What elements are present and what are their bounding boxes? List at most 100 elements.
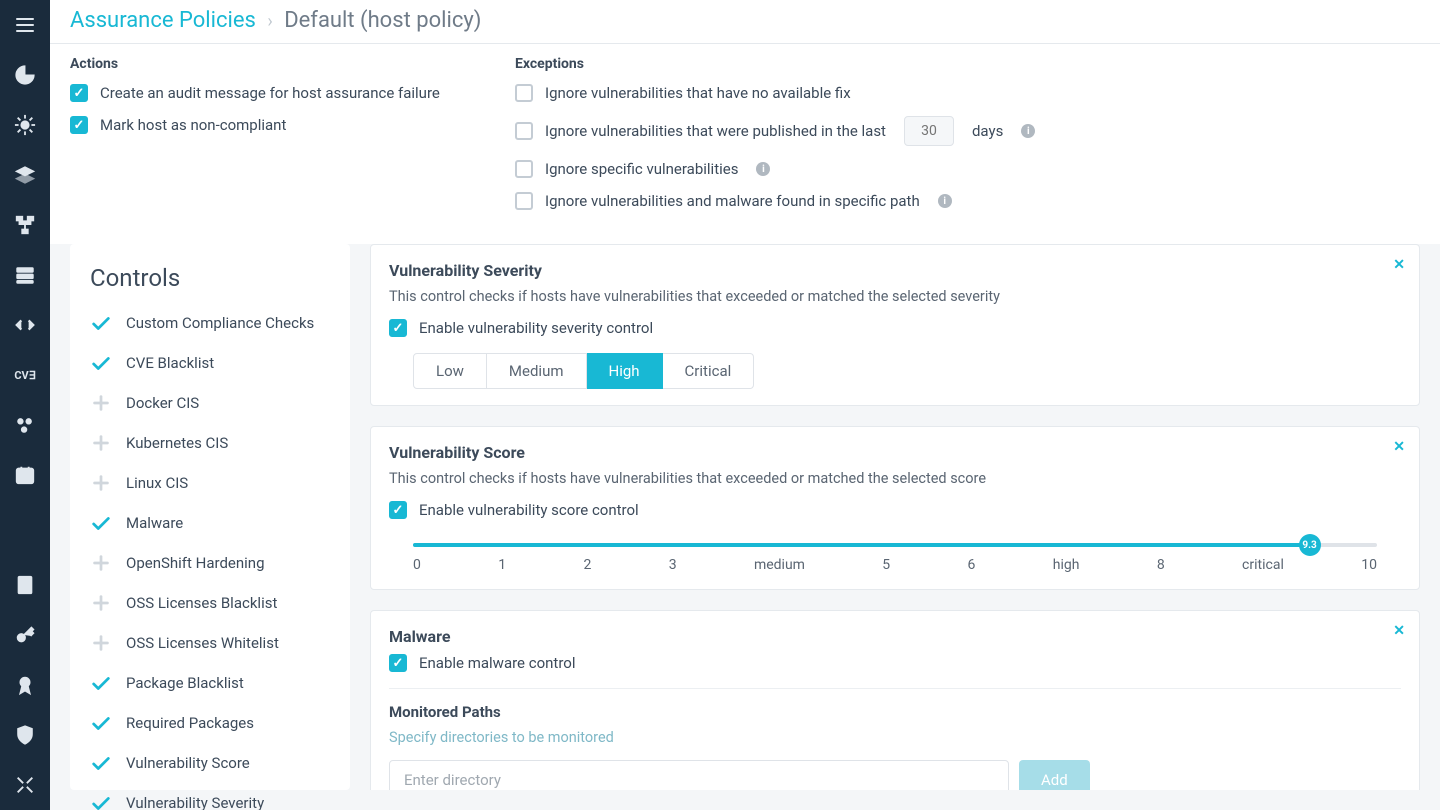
control-item-label: CVE Blacklist [126, 354, 214, 372]
control-item-label: Docker CIS [126, 394, 199, 412]
severity-enable-label: Enable vulnerability severity control [419, 319, 653, 337]
severity-level-high[interactable]: High [587, 353, 663, 389]
molecule-icon[interactable] [14, 414, 36, 436]
exception-specific-checkbox[interactable] [515, 160, 533, 178]
score-tick: medium [754, 557, 805, 573]
exception-published-label-post: days [972, 122, 1003, 140]
divider [389, 688, 1401, 689]
info-icon[interactable]: i [1021, 124, 1035, 138]
check-icon [90, 312, 112, 334]
dashboard-icon[interactable] [14, 64, 36, 86]
layers-icon[interactable] [14, 164, 36, 186]
policy-top-settings: Actions Create an audit message for host… [50, 44, 1440, 244]
control-item[interactable]: Docker CIS [90, 392, 330, 414]
exception-specific-row: Ignore specific vulnerabilities i [515, 160, 1035, 178]
control-item[interactable]: OSS Licenses Whitelist [90, 632, 330, 654]
nav-sidebar: CV∃ [0, 0, 50, 810]
malware-enable-checkbox[interactable] [389, 654, 407, 672]
severity-level-critical[interactable]: Critical [663, 353, 755, 389]
add-button[interactable]: Add [1019, 760, 1090, 790]
helm-icon[interactable] [14, 114, 36, 136]
server-icon[interactable] [14, 264, 36, 286]
severity-enable-checkbox[interactable] [389, 319, 407, 337]
body-area: Controls Custom Compliance Checks CVE Bla… [50, 244, 1440, 810]
malware-title: Malware [389, 627, 1401, 646]
cve-icon[interactable]: CV∃ [14, 364, 36, 386]
score-tick: 8 [1157, 557, 1165, 573]
tools-icon[interactable] [14, 774, 36, 796]
shield-icon[interactable] [14, 724, 36, 746]
control-item[interactable]: Kubernetes CIS [90, 432, 330, 454]
plus-icon [90, 552, 112, 574]
directory-input[interactable] [389, 760, 1009, 790]
cards-column: ✕ Vulnerability Severity This control ch… [370, 244, 1420, 790]
code-icon[interactable] [14, 314, 36, 336]
info-icon[interactable]: i [938, 194, 952, 208]
severity-level-low[interactable]: Low [413, 353, 487, 389]
score-enable-checkbox[interactable] [389, 501, 407, 519]
vulnerability-severity-card: ✕ Vulnerability Severity This control ch… [370, 244, 1420, 406]
calendar-icon[interactable] [14, 464, 36, 486]
flow-icon[interactable] [14, 214, 36, 236]
control-item[interactable]: Linux CIS [90, 472, 330, 494]
score-tick: critical [1242, 557, 1284, 573]
actions-column: Actions Create an audit message for host… [70, 56, 455, 224]
control-item[interactable]: Vulnerability Score [90, 752, 330, 774]
score-tick: 10 [1361, 557, 1377, 573]
doc-icon[interactable] [14, 574, 36, 596]
control-item-label: Custom Compliance Checks [126, 314, 314, 332]
breadcrumb-separator: › [267, 11, 272, 32]
control-item[interactable]: OSS Licenses Blacklist [90, 592, 330, 614]
action-audit-label: Create an audit message for host assuran… [100, 84, 440, 102]
score-tick: 3 [669, 557, 677, 573]
control-item-label: OpenShift Hardening [126, 554, 265, 572]
control-item[interactable]: Custom Compliance Checks [90, 312, 330, 334]
exception-nofix-label: Ignore vulnerabilities that have no avai… [545, 84, 851, 102]
control-item[interactable]: OpenShift Hardening [90, 552, 330, 574]
exception-path-checkbox[interactable] [515, 192, 533, 210]
breadcrumb-root-link[interactable]: Assurance Policies [70, 8, 256, 33]
vulnerability-score-card: ✕ Vulnerability Score This control check… [370, 426, 1420, 590]
actions-heading: Actions [70, 56, 455, 72]
severity-level-group: LowMediumHighCritical [413, 353, 1401, 389]
exception-published-checkbox[interactable] [515, 122, 533, 140]
info-icon[interactable]: i [756, 162, 770, 176]
control-item[interactable]: Required Packages [90, 712, 330, 734]
severity-level-medium[interactable]: Medium [487, 353, 587, 389]
plus-icon [90, 472, 112, 494]
controls-heading: Controls [90, 264, 330, 292]
close-icon[interactable]: ✕ [1393, 623, 1405, 639]
control-item-label: Malware [126, 514, 183, 532]
exception-path-label: Ignore vulnerabilities and malware found… [545, 192, 920, 210]
menu-icon[interactable] [14, 14, 36, 36]
exception-days-input[interactable] [904, 116, 954, 146]
control-item[interactable]: Vulnerability Severity [90, 792, 330, 810]
exception-nofix-checkbox[interactable] [515, 84, 533, 102]
action-noncompliant-checkbox[interactable] [70, 116, 88, 134]
exceptions-column: Exceptions Ignore vulnerabilities that h… [515, 56, 1035, 224]
score-slider-thumb[interactable]: 9.3 [1299, 534, 1321, 556]
action-audit-checkbox[interactable] [70, 84, 88, 102]
exception-path-row: Ignore vulnerabilities and malware found… [515, 192, 1035, 210]
control-item[interactable]: Package Blacklist [90, 672, 330, 694]
action-noncompliant-row: Mark host as non-compliant [70, 116, 455, 134]
plus-icon [90, 432, 112, 454]
breadcrumb: Assurance Policies › Default (host polic… [70, 8, 1420, 33]
key-icon[interactable] [14, 624, 36, 646]
check-icon [90, 792, 112, 810]
score-enable-label: Enable vulnerability score control [419, 501, 639, 519]
control-item[interactable]: Malware [90, 512, 330, 534]
score-tick: 2 [583, 557, 591, 573]
badge-icon[interactable] [14, 674, 36, 696]
score-tick: 5 [882, 557, 890, 573]
close-icon[interactable]: ✕ [1393, 439, 1405, 455]
exceptions-heading: Exceptions [515, 56, 1035, 72]
breadcrumb-bar: Assurance Policies › Default (host polic… [50, 0, 1440, 44]
controls-panel: Controls Custom Compliance Checks CVE Bla… [70, 244, 350, 790]
control-item-label: Kubernetes CIS [126, 434, 228, 452]
score-slider[interactable]: 9.3 0123medium56high8critical10 [413, 535, 1377, 573]
control-item[interactable]: CVE Blacklist [90, 352, 330, 374]
close-icon[interactable]: ✕ [1393, 257, 1405, 273]
check-icon [90, 512, 112, 534]
exception-specific-label: Ignore specific vulnerabilities [545, 160, 738, 178]
